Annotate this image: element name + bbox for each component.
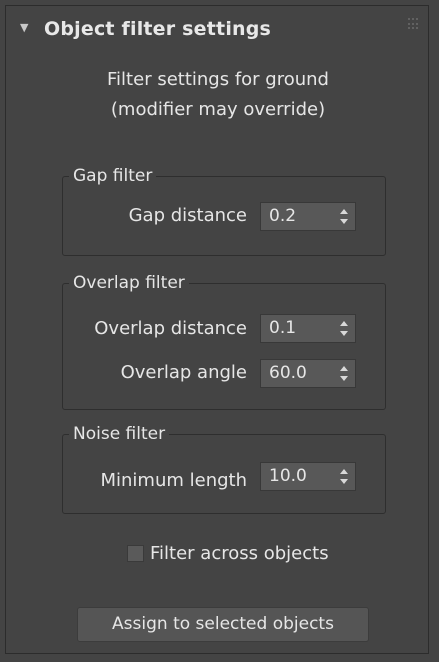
filter-across-objects-row[interactable]: Filter across objects <box>127 540 357 568</box>
frame: ▼ Object filter settings Filter settings… <box>0 0 439 662</box>
assign-to-selected-button[interactable]: Assign to selected objects <box>77 607 369 642</box>
noise-filter-group: Noise filter Minimum length 10.0 <box>62 421 386 514</box>
filter-across-objects-label[interactable]: Filter across objects <box>150 540 329 568</box>
spinner-arrows-icon[interactable] <box>340 209 348 224</box>
collapse-arrow-icon[interactable]: ▼ <box>20 21 28 34</box>
gap-distance-label: Gap distance <box>128 205 247 226</box>
filter-across-objects-checkbox[interactable] <box>127 545 144 562</box>
minimum-length-label: Minimum length <box>100 470 247 491</box>
overlap-distance-label: Overlap distance <box>94 318 247 339</box>
gap-filter-group: Gap filter Gap distance 0.2 <box>62 163 386 256</box>
overlap-filter-title: Overlap filter <box>69 270 189 296</box>
gap-distance-spinner[interactable]: 0.2 <box>260 202 356 231</box>
spinner-arrows-icon[interactable] <box>340 366 348 381</box>
spinner-arrows-icon[interactable] <box>340 321 348 336</box>
overlap-distance-spinner[interactable]: 0.1 <box>260 314 356 343</box>
rollout-header[interactable]: ▼ Object filter settings <box>6 6 428 56</box>
drag-grip-icon[interactable] <box>408 18 420 30</box>
gap-distance-value[interactable]: 0.2 <box>269 206 296 226</box>
spinner-arrows-icon[interactable] <box>340 469 348 484</box>
overlap-angle-spinner[interactable]: 60.0 <box>260 359 356 388</box>
gap-filter-title: Gap filter <box>69 163 157 189</box>
minimum-length-value[interactable]: 10.0 <box>269 466 307 486</box>
filter-subtitle-line1: Filter settings for ground <box>107 69 329 90</box>
overlap-distance-value[interactable]: 0.1 <box>269 318 296 338</box>
rollout-panel: ▼ Object filter settings Filter settings… <box>5 5 429 654</box>
minimum-length-spinner[interactable]: 10.0 <box>260 462 356 491</box>
overlap-filter-group: Overlap filter Overlap distance 0.1 Over… <box>62 270 386 410</box>
noise-filter-title: Noise filter <box>69 421 170 447</box>
rollout-title: Object filter settings <box>44 18 272 40</box>
overlap-angle-label: Overlap angle <box>120 362 247 383</box>
overlap-angle-value[interactable]: 60.0 <box>269 363 307 383</box>
filter-subtitle-line2: (modifier may override) <box>110 99 326 120</box>
